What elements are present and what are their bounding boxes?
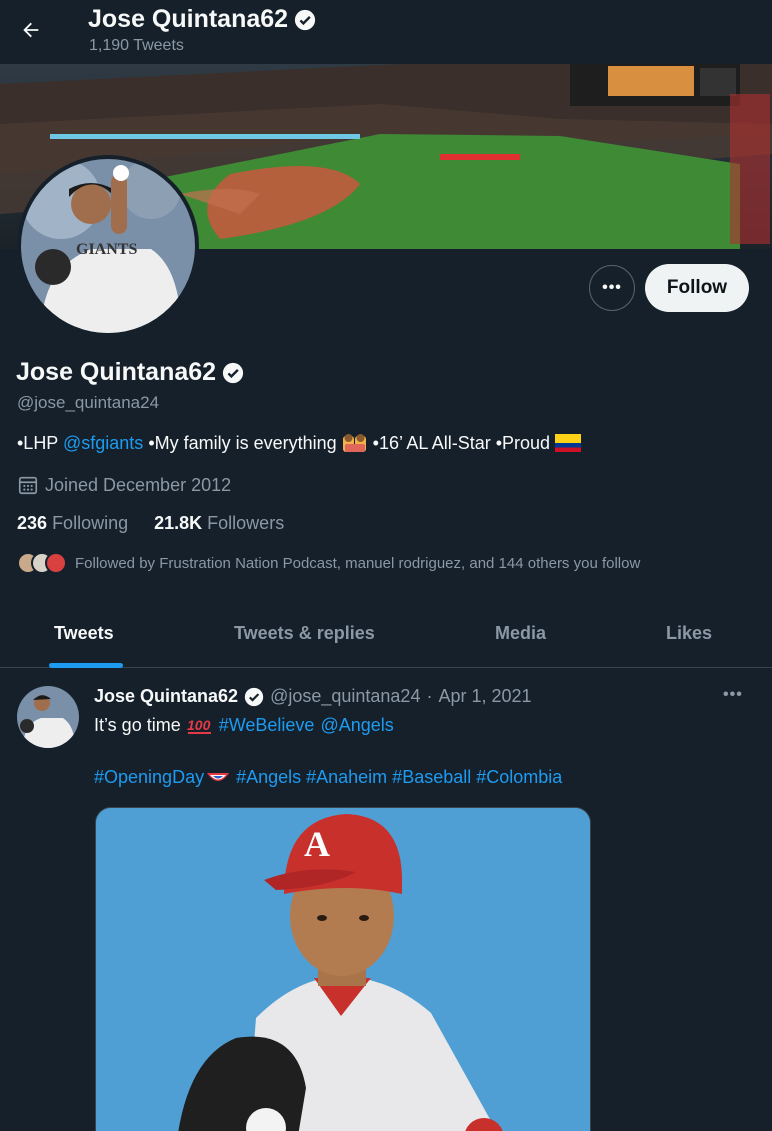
hashtag-openingday[interactable]: #OpeningDay xyxy=(94,767,230,788)
followers-label: Followers xyxy=(207,513,285,533)
bunting-emoji-icon xyxy=(207,772,230,781)
tweet-header: Jose Quintana62 @jose_quintana24 · Apr 1… xyxy=(94,686,532,707)
profile-tabs: Tweets Tweets & replies Media Likes xyxy=(0,606,772,668)
tweet-image[interactable]: A xyxy=(95,807,591,1131)
follow-stats: 236 Following 21.8K Followers xyxy=(17,513,284,534)
tweet-text-line1: It’s go time 100 #WeBelieve @Angels xyxy=(94,715,394,736)
bio-part1: •LHP xyxy=(17,432,63,453)
more-options-label: ••• xyxy=(602,279,622,296)
following-link[interactable]: 236 Following xyxy=(17,513,128,534)
joined-date: Joined December 2012 xyxy=(17,474,231,496)
tweet-author-handle[interactable]: @jose_quintana24 xyxy=(270,686,420,707)
more-options-button[interactable]: ••• xyxy=(589,265,635,311)
calendar-icon xyxy=(18,476,38,495)
profile-bio: •LHP @sfgiants •My family is everything … xyxy=(17,432,582,454)
avatar-photo: GIANTS xyxy=(21,159,195,333)
tweet-avatar-photo xyxy=(17,686,79,748)
followers-link[interactable]: 21.8K Followers xyxy=(154,513,284,534)
mini-avatar xyxy=(45,552,67,574)
verified-badge-icon xyxy=(294,9,316,30)
svg-text:GIANTS: GIANTS xyxy=(76,241,137,258)
hundred-points-emoji-icon: 100 xyxy=(187,717,211,734)
tweet-text-line2: #OpeningDay #Angels #Anaheim #Baseball #… xyxy=(94,767,562,788)
follow-label: Follow xyxy=(666,277,728,298)
top-bar: Jose Quintana62 1,190 Tweets xyxy=(0,0,772,64)
mention-angels[interactable]: @Angels xyxy=(320,715,393,736)
tweet-date[interactable]: Apr 1, 2021 xyxy=(438,686,531,707)
hashtag-webelieve[interactable]: #WeBelieve xyxy=(219,715,315,736)
tab-tweets-replies[interactable]: Tweets & replies xyxy=(234,623,375,644)
profile-name: Jose Quintana62 xyxy=(16,358,244,387)
joined-text: Joined December 2012 xyxy=(45,474,232,495)
profile-handle: @jose_quintana24 xyxy=(17,393,160,412)
bio-mention-link[interactable]: @sfgiants xyxy=(63,433,143,454)
followed-by-avatars xyxy=(17,552,67,574)
tweet-more-button[interactable]: ••• xyxy=(723,686,743,704)
follow-button[interactable]: Follow xyxy=(645,264,749,312)
tweet-photo: A xyxy=(96,808,590,1131)
header-title: Jose Quintana62 xyxy=(88,5,316,34)
tab-tweets[interactable]: Tweets xyxy=(54,623,114,644)
verified-badge-icon xyxy=(222,362,244,383)
profile-avatar[interactable]: GIANTS xyxy=(17,155,199,337)
bio-part2: •My family is everything xyxy=(143,432,342,453)
tweet-separator: · xyxy=(426,686,433,706)
following-label: Following xyxy=(52,513,129,533)
header-name: Jose Quintana62 xyxy=(88,5,289,33)
tab-likes[interactable]: Likes xyxy=(666,623,712,644)
svg-text:A: A xyxy=(304,824,330,864)
followers-count: 21.8K xyxy=(154,513,203,533)
profile-name-text: Jose Quintana62 xyxy=(16,358,217,386)
following-count: 236 xyxy=(17,513,48,533)
tab-media[interactable]: Media xyxy=(495,623,546,644)
followed-by-text: Followed by Frustration Nation Podcast, … xyxy=(75,554,641,572)
tweet-hashtags[interactable]: #Angels #Anaheim #Baseball #Colombia xyxy=(236,767,562,788)
tweet-author-name[interactable]: Jose Quintana62 xyxy=(94,686,238,707)
tweet-count: 1,190 Tweets xyxy=(89,37,184,54)
active-tab-indicator xyxy=(49,663,123,668)
tweet-text-start: It’s go time xyxy=(94,715,181,735)
svg-text:100: 100 xyxy=(187,717,211,733)
arrow-left-icon xyxy=(23,22,39,38)
family-emoji-icon xyxy=(342,434,366,452)
verified-badge-icon xyxy=(244,687,264,706)
hashtag-openingday-text: #OpeningDay xyxy=(94,767,205,787)
bio-part3: •16’ AL All-Star •Proud xyxy=(367,432,556,453)
colombia-flag-icon xyxy=(555,434,582,452)
tweet-avatar[interactable] xyxy=(17,686,79,748)
followed-by[interactable]: Followed by Frustration Nation Podcast, … xyxy=(17,552,640,574)
back-button[interactable] xyxy=(14,12,48,48)
